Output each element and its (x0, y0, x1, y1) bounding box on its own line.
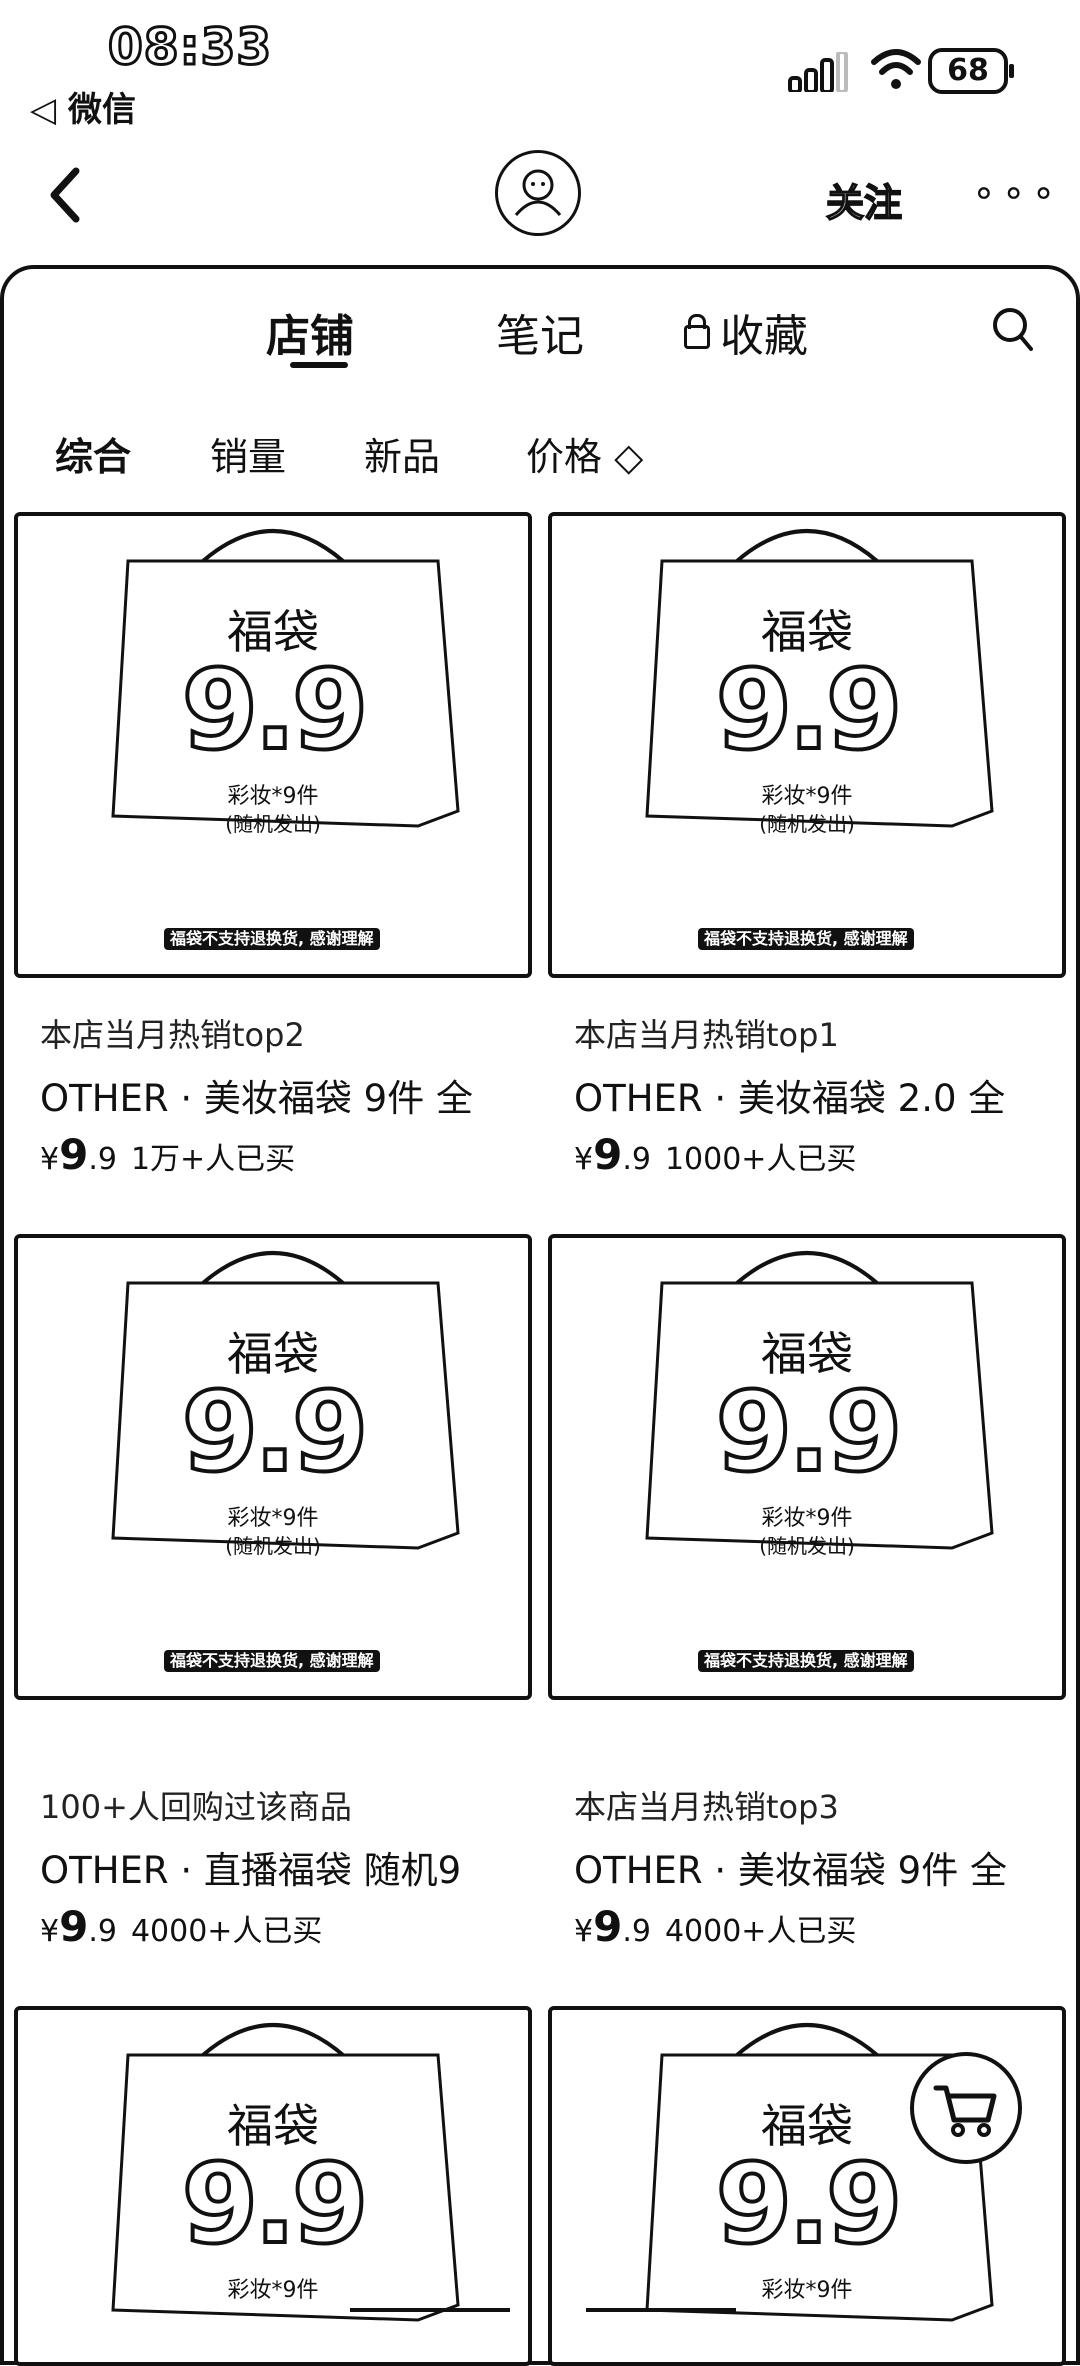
bag-note: 福袋不支持退换货, 感谢理解 (164, 928, 380, 950)
product-image[interactable]: 福袋 9.9 彩妆*9件 (随机发出) 福袋不支持退换货, 感谢理解 (14, 1234, 532, 1700)
product-price: ¥9.9 4000+人已买 (40, 1902, 323, 1951)
wifi-icon (871, 49, 921, 89)
tab-store[interactable]: 店铺 (266, 300, 354, 364)
bag-price: 9.9 (714, 1366, 905, 1498)
product-title[interactable]: OTHER · 美妆福袋 2.0 全 (574, 1068, 1074, 1122)
bag-subtitle: 彩妆*9件 (227, 2278, 319, 2303)
sold-count: 1000+人已买 (664, 1142, 857, 1177)
bag-price: 9.9 (180, 644, 371, 776)
active-tab-indicator (290, 362, 348, 368)
product-tag: 本店当月热销top2 (40, 1016, 305, 1054)
bag-subtitle: 彩妆*9件 (761, 784, 853, 809)
bag-note: 福袋不支持退换货, 感谢理解 (164, 1650, 380, 1672)
bag-subtitle-random: (随机发出) (225, 812, 321, 836)
bag-subtitle-random: (随机发出) (759, 812, 855, 836)
product-title[interactable]: OTHER · 美妆福袋 9件 全 (40, 1068, 540, 1122)
avatar-figure-icon (514, 169, 562, 216)
bottom-divider (350, 2308, 510, 2312)
bag-price: 9.9 (180, 1366, 371, 1498)
tab-favorites-label: 收藏 (720, 311, 808, 362)
product-tag: 100+人回购过该商品 (40, 1788, 352, 1826)
signal-icon (788, 52, 848, 92)
filter-price[interactable]: 价格 ◇ (526, 426, 643, 481)
bag-subtitle: 彩妆*9件 (761, 2278, 853, 2303)
search-icon[interactable] (990, 305, 1034, 353)
bag-subtitle: 彩妆*9件 (761, 1506, 853, 1531)
bag-note: 福袋不支持退换货, 感谢理解 (698, 928, 914, 950)
status-time: 08:33 (106, 17, 273, 78)
tab-favorites[interactable]: 收藏 (684, 300, 808, 364)
bag-price: 9.9 (714, 644, 905, 776)
sold-count: 4000+人已买 (664, 1914, 857, 1949)
sold-count: 4000+人已买 (130, 1914, 323, 1949)
product-price: ¥9.9 1000+人已买 (574, 1130, 857, 1179)
product-tag: 本店当月热销top3 (574, 1788, 839, 1826)
product-image[interactable]: 福袋 9.9 彩妆*9件 (随机发出) 福袋不支持退换货, 感谢理解 (548, 512, 1066, 978)
bag-subtitle: 彩妆*9件 (227, 1506, 319, 1531)
bag-price: 9.9 (180, 2138, 371, 2270)
cart-button[interactable] (910, 2052, 1022, 2164)
product-title[interactable]: OTHER · 直播福袋 随机9 (40, 1840, 540, 1894)
bag-subtitle: 彩妆*9件 (227, 784, 319, 809)
follow-button[interactable]: 关注 (825, 172, 903, 227)
shop-avatar[interactable] (495, 150, 581, 236)
filter-sales[interactable]: 销量 (210, 426, 286, 481)
product-image[interactable]: 福袋 9.9 彩妆*9件 (随机发出) 福袋不支持退换货, 感谢理解 (548, 1234, 1066, 1700)
filter-new[interactable]: 新品 (364, 426, 440, 481)
tab-notes[interactable]: 笔记 (496, 300, 584, 364)
product-price: ¥9.9 1万+人已买 (40, 1130, 296, 1179)
bag-note: 福袋不支持退换货, 感谢理解 (698, 1650, 914, 1672)
product-image[interactable]: 福袋 9.9 彩妆*9件 (随机发出) 福袋不支持退换货, 感谢理解 (14, 512, 532, 978)
more-options-icon[interactable]: ∘∘∘ (972, 170, 1061, 214)
bag-subtitle-random: (随机发出) (759, 1534, 855, 1558)
bag-subtitle-random: (随机发出) (225, 1534, 321, 1558)
battery-indicator: 68 (928, 48, 1014, 94)
back-icon[interactable] (40, 165, 90, 225)
product-image[interactable]: 福袋 9.9 彩妆*9件 (14, 2006, 532, 2366)
product-title[interactable]: OTHER · 美妆福袋 9件 全 (574, 1840, 1074, 1894)
product-tag: 本店当月热销top1 (574, 1016, 839, 1054)
shopping-cart-icon (933, 2085, 997, 2137)
product-price: ¥9.9 4000+人已买 (574, 1902, 857, 1951)
filter-all[interactable]: 综合 (55, 426, 131, 481)
sold-count: 1万+人已买 (130, 1142, 296, 1177)
back-to-wechat-link[interactable]: ◁ 微信 (30, 82, 136, 131)
lock-icon (684, 314, 710, 349)
bottom-divider (586, 2308, 736, 2312)
